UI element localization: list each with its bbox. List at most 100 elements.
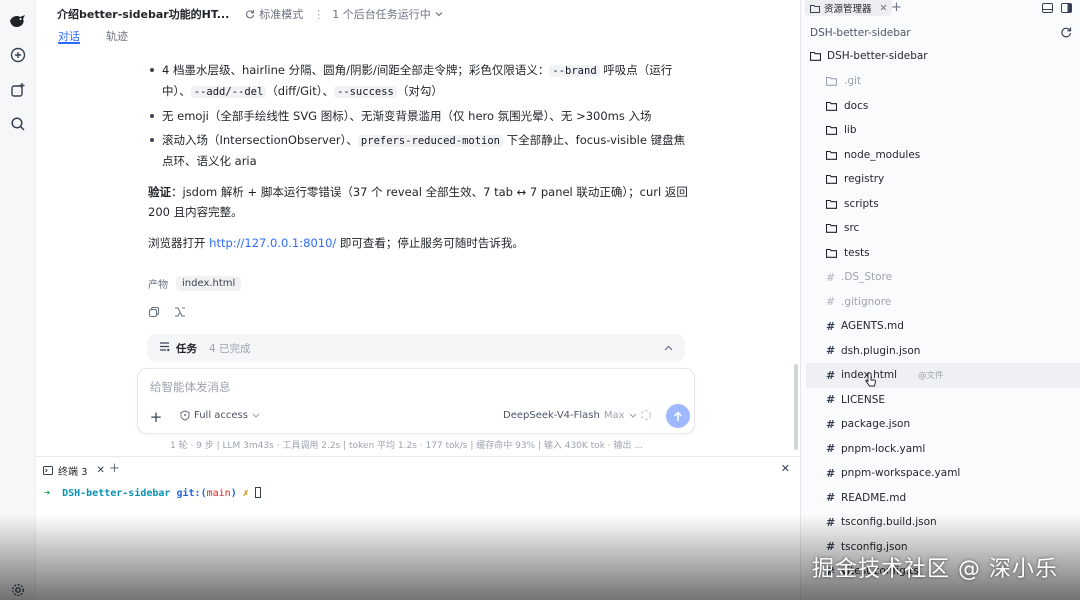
- panel-layout-icon[interactable]: [1042, 2, 1053, 16]
- refresh-mode-icon: [246, 10, 255, 19]
- prompt-git: git:(: [176, 488, 207, 499]
- file-hash-icon: #: [826, 515, 836, 529]
- task-label: 任务: [176, 342, 197, 355]
- list-item: 滚动入场（IntersectionObserver）、 prefers-reduc…: [148, 130, 693, 171]
- explorer-tab-label: 资源管理器: [824, 4, 872, 15]
- message-input[interactable]: 给智能体发消息: [150, 379, 231, 395]
- mode-selector[interactable]: 标准模式: [245, 6, 303, 22]
- close-icon[interactable]: ✕: [97, 465, 105, 476]
- fork-icon[interactable]: [174, 306, 186, 321]
- inline-code: --brand: [549, 65, 600, 77]
- arrow-up-icon: [673, 410, 683, 421]
- copy-icon[interactable]: [148, 306, 160, 321]
- inline-code: --add/--del: [190, 86, 267, 98]
- task-summary-bar[interactable]: 任务 4 已完成: [147, 334, 685, 362]
- task-list-icon: [159, 341, 170, 355]
- tree-item-label: lib: [844, 124, 857, 137]
- file-item[interactable]: # .DS_Store: [806, 265, 1080, 290]
- terminal-prompt[interactable]: ➜ DSH-better-sidebar git:(main) ✗: [44, 487, 261, 499]
- attach-button[interactable]: +: [148, 409, 164, 425]
- tree-item-label: .git: [844, 75, 862, 88]
- folder-item[interactable]: tests: [806, 241, 1080, 266]
- file-item[interactable]: # dsh.plugin.json: [806, 339, 1080, 364]
- file-hash-icon: #: [826, 393, 836, 407]
- list-item: 4 档墨水层级、hairline 分隔、圆角/阴影/间距全部走令牌；彩色仅限语义…: [148, 60, 693, 102]
- tree-item-label: pnpm-workspace.yaml: [841, 467, 961, 480]
- artifact-file-chip[interactable]: index.html: [176, 276, 242, 291]
- folder-item[interactable]: scripts: [806, 192, 1080, 217]
- folder-item[interactable]: .git: [806, 69, 1080, 94]
- file-item[interactable]: # README.md: [806, 486, 1080, 511]
- new-chat-icon[interactable]: [8, 45, 28, 65]
- inline-code: --success: [333, 86, 397, 98]
- terminal-tab[interactable]: 终端 3 ✕: [43, 461, 105, 479]
- send-button[interactable]: [666, 404, 690, 428]
- tree-item-label: dsh.plugin.json: [841, 344, 921, 357]
- file-item[interactable]: # tsconfig.build.json: [806, 510, 1080, 535]
- folder-icon: [826, 223, 837, 234]
- title-bar: 介绍better-sidebar功能的HT... 标准模式 ⋮ 1 个后台任务运…: [37, 0, 800, 28]
- model-tier: Max: [603, 410, 625, 421]
- prompt-git-close: ): [230, 488, 237, 499]
- close-panel-icon[interactable]: ✕: [781, 462, 790, 475]
- search-icon[interactable]: [8, 114, 28, 134]
- root-folder-label: DSH-better-sidebar: [827, 50, 928, 62]
- chat-scrollbar[interactable]: [794, 364, 798, 450]
- access-level-dropdown[interactable]: Full access: [180, 410, 260, 421]
- mention-hint: @文件: [917, 371, 944, 382]
- prompt-arrow: ➜: [44, 488, 51, 499]
- app-logo-icon[interactable]: [8, 11, 28, 31]
- background-tasks-label: 1 个后台任务运行中: [332, 8, 431, 21]
- chevron-up-icon[interactable]: [664, 342, 673, 354]
- close-icon[interactable]: ✕: [880, 3, 888, 14]
- verify-label: 验证: [148, 185, 171, 199]
- tree-item-label: package.json: [841, 418, 911, 431]
- file-tree: .git docs lib node_modules registry scripts sr…: [806, 69, 1080, 584]
- folder-icon: [826, 199, 837, 209]
- tree-item-label: tests: [844, 246, 870, 259]
- folder-item[interactable]: lib: [806, 118, 1080, 143]
- new-tab-button[interactable]: +: [891, 0, 902, 15]
- file-item[interactable]: # package.json: [806, 412, 1080, 437]
- session-title[interactable]: 介绍better-sidebar功能的HT...: [57, 6, 229, 22]
- list-item-text: 滚动入场（IntersectionObserver）、: [162, 133, 358, 147]
- artifact-label: 产物: [148, 280, 168, 291]
- file-hash-icon: #: [826, 466, 836, 480]
- model-selector[interactable]: DeepSeek-V4-Flash Max: [503, 410, 637, 421]
- message-actions: [148, 306, 186, 321]
- chevron-down-icon: [629, 413, 636, 418]
- folder-icon: [826, 76, 837, 87]
- file-item[interactable]: # .gitignore: [806, 290, 1080, 315]
- folder-icon: [810, 4, 820, 13]
- refresh-icon[interactable]: [1060, 26, 1072, 41]
- explorer-toolbar: [1042, 2, 1072, 16]
- file-item[interactable]: # pnpm-workspace.yaml: [806, 461, 1080, 486]
- shield-icon: [180, 410, 190, 421]
- background-tasks-dropdown[interactable]: 1 个后台任务运行中: [332, 6, 443, 22]
- explorer-tab[interactable]: 资源管理器 ✕: [805, 0, 893, 16]
- settings-icon[interactable]: [8, 580, 28, 600]
- tab-trace[interactable]: 轨迹: [106, 28, 128, 44]
- mode-label: 标准模式: [259, 8, 304, 21]
- sidebar-toggle-icon[interactable]: [1061, 2, 1072, 16]
- root-folder[interactable]: DSH-better-sidebar: [810, 50, 928, 62]
- file-item[interactable]: # AGENTS.md: [806, 314, 1080, 339]
- new-terminal-button[interactable]: +: [109, 461, 120, 476]
- folder-item[interactable]: src: [806, 216, 1080, 241]
- file-item[interactable]: # pnpm-lock.yaml: [806, 437, 1080, 462]
- tab-conversation[interactable]: 对话: [58, 28, 80, 44]
- file-item[interactable]: #index.html@文件: [806, 363, 1080, 388]
- folder-item[interactable]: registry: [806, 167, 1080, 192]
- folder-item[interactable]: docs: [806, 94, 1080, 119]
- add-window-icon[interactable]: [8, 80, 28, 100]
- feature-list: 4 档墨水层级、hairline 分隔、圆角/阴影/间距全部走令牌；彩色仅限语义…: [148, 60, 693, 171]
- file-item[interactable]: # LICENSE: [806, 388, 1080, 413]
- prompt-dirty-mark: ✗: [242, 488, 249, 499]
- localhost-link[interactable]: http://127.0.0.1:8010/: [209, 236, 336, 250]
- divider-icon: ⋮: [313, 7, 325, 21]
- tree-item-label: LICENSE: [841, 393, 886, 406]
- list-item-text: （对勾）: [396, 84, 443, 98]
- folder-item[interactable]: node_modules: [806, 143, 1080, 168]
- terminal-panel: 终端 3 ✕ + ✕ ➜ DSH-better-sidebar git:(mai…: [37, 456, 800, 600]
- loading-spinner-icon: [640, 409, 652, 424]
